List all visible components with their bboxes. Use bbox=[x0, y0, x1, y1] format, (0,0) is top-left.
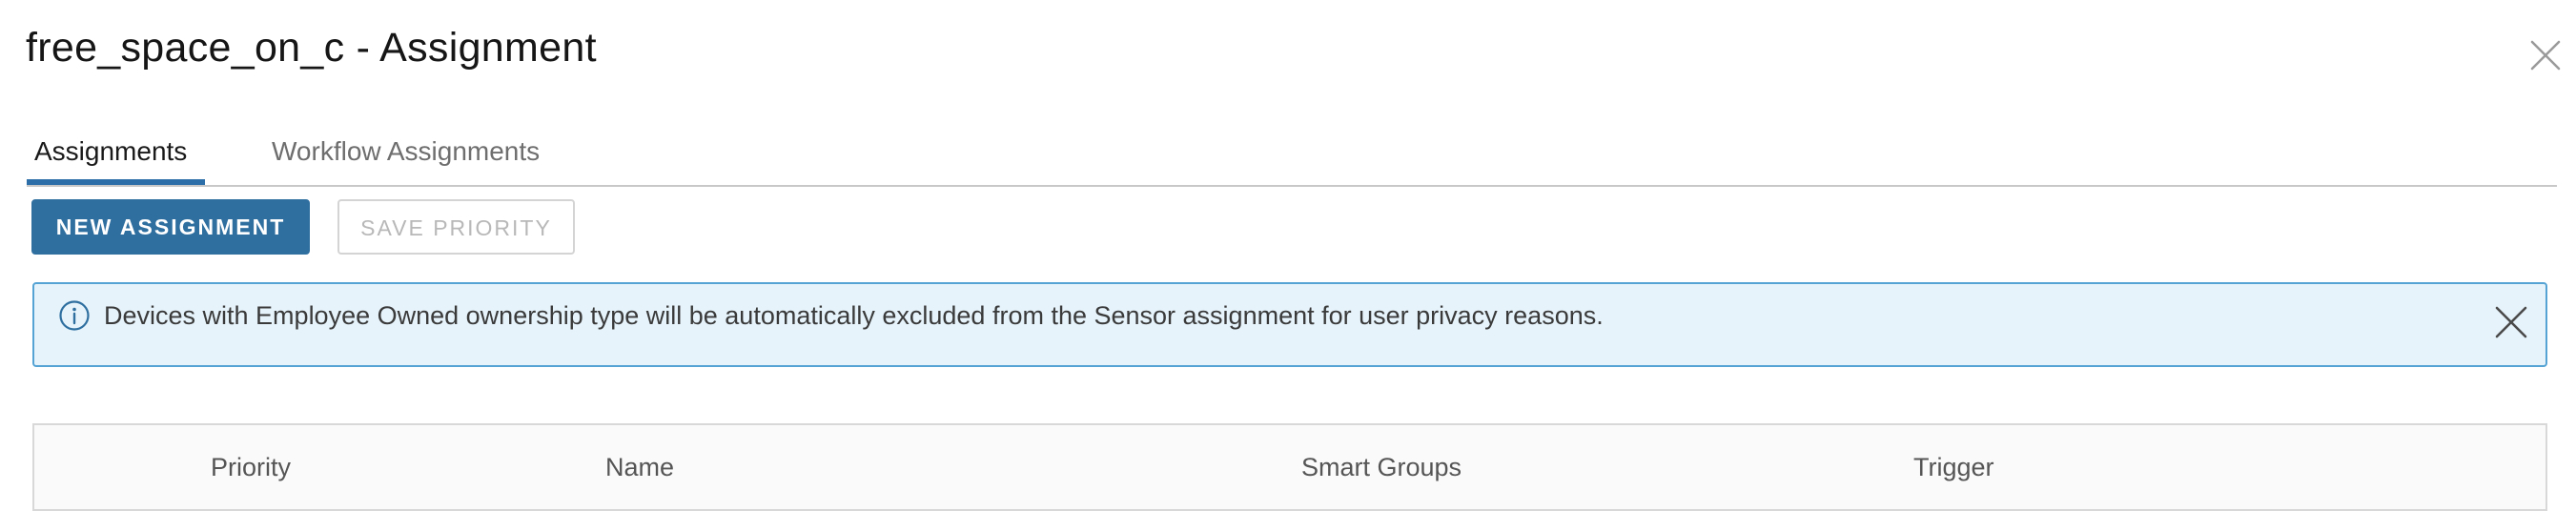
close-icon[interactable] bbox=[2494, 305, 2528, 339]
assignment-modal: free_space_on_c - Assignment Assignments… bbox=[0, 0, 2576, 511]
info-alert: Devices with Employee Owned ownership ty… bbox=[32, 282, 2547, 367]
info-icon bbox=[59, 300, 90, 331]
save-priority-button[interactable]: SAVE PRIORITY bbox=[337, 199, 575, 255]
column-header-priority[interactable]: Priority bbox=[211, 450, 291, 484]
close-icon[interactable] bbox=[2528, 38, 2563, 72]
column-header-trigger[interactable]: Trigger bbox=[1913, 450, 1994, 484]
column-header-smart-groups[interactable]: Smart Groups bbox=[1301, 450, 1462, 484]
assignments-table: Priority Name Smart Groups Trigger bbox=[32, 423, 2547, 511]
alert-message: Devices with Employee Owned ownership ty… bbox=[104, 301, 1604, 330]
tab-workflow-assignments[interactable]: Workflow Assignments bbox=[272, 122, 540, 185]
new-assignment-button[interactable]: NEW ASSIGNMENT bbox=[31, 199, 310, 255]
tab-assignments[interactable]: Assignments bbox=[27, 122, 205, 185]
modal-title: free_space_on_c - Assignment bbox=[26, 25, 597, 71]
column-header-name[interactable]: Name bbox=[605, 450, 674, 484]
tab-bar: Assignments Workflow Assignments bbox=[27, 122, 2557, 187]
